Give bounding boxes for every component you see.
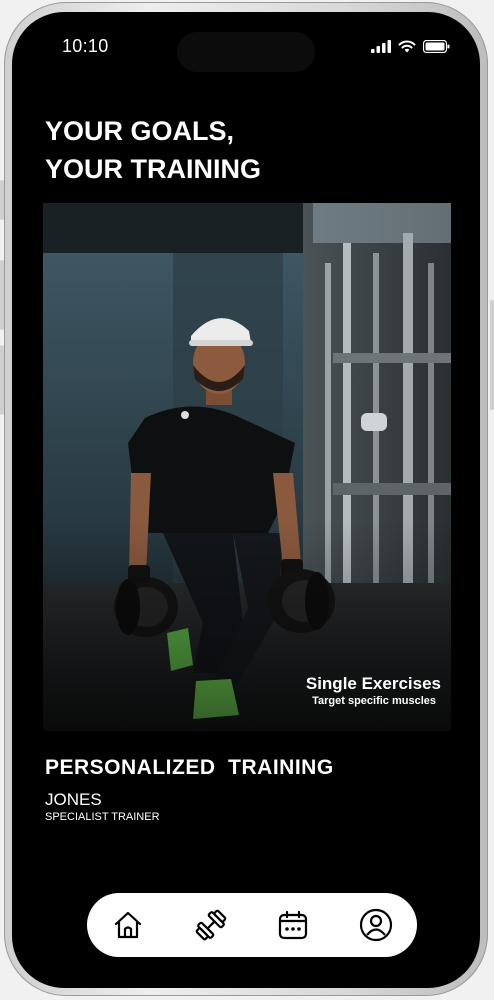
home-icon: [115, 911, 142, 939]
headline-line-2: YOUR TRAINING: [45, 154, 261, 184]
signal-icon: [371, 40, 391, 53]
status-time: 10:10: [62, 36, 109, 56]
nav-workouts-button[interactable]: [191, 905, 231, 945]
nav-home-button[interactable]: [108, 905, 148, 945]
battery-icon: [423, 40, 450, 53]
phone-side-button: [0, 180, 4, 220]
nav-calendar-button[interactable]: [273, 905, 313, 945]
profile-icon: [359, 908, 392, 942]
dynamic-island: [177, 32, 315, 72]
hero-card-subtitle: Target specific muscles: [312, 695, 436, 707]
page-headline: YOUR GOALS, YOUR TRAINING: [45, 112, 261, 188]
wifi-icon: [398, 40, 416, 53]
phone-side-button: [490, 300, 494, 410]
phone-side-button: [0, 260, 4, 330]
headline-line-1: YOUR GOALS,: [45, 116, 235, 146]
trainer-role: SPECIALIST TRAINER: [45, 811, 160, 823]
phone-side-button: [0, 345, 4, 415]
section-title: PERSONALIZED TRAINING: [45, 756, 334, 779]
hero-card-title: Single Exercises: [305, 674, 441, 693]
nav-profile-button[interactable]: [356, 905, 396, 945]
app-screen: 10:10 YOUR GOALS, YOUR TRAINING Single E…: [12, 12, 480, 988]
status-icons: [371, 40, 450, 53]
trainer-photo: [43, 203, 451, 731]
dumbbell-icon: [195, 909, 227, 941]
trainer-name: JONES: [45, 790, 102, 809]
calendar-icon: [279, 910, 308, 940]
single-exercises-card[interactable]: Single Exercises Target specific muscles: [43, 203, 451, 731]
bottom-nav: [87, 893, 417, 957]
